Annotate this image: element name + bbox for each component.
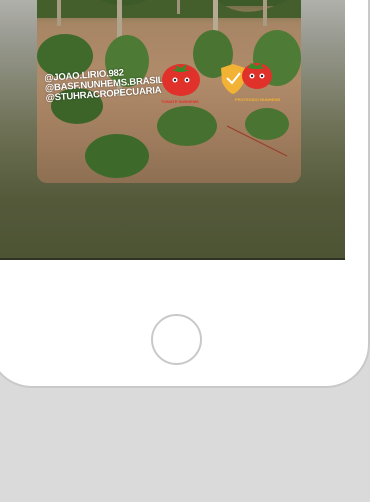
protegido-sticker-label: PROTEGIDO NUNHEMS	[235, 97, 281, 102]
home-button[interactable]	[151, 314, 202, 365]
tomato-sticker[interactable]: TOMATE NUNHEMS	[157, 58, 205, 118]
screen-bottom-edge	[0, 258, 345, 260]
tomato-icon	[162, 64, 200, 96]
story-photo[interactable]: @JOAO.LIRIO.982 @BASF.NUNHEMS.BRASIL @ST…	[37, 0, 301, 183]
tomato-sticker-label: TOMATE NUNHEMS	[161, 99, 199, 104]
protegido-sticker[interactable]: PROTEGIDO NUNHEMS	[215, 58, 280, 114]
phone-screen: @JOAO.LIRIO.982 @BASF.NUNHEMS.BRASIL @ST…	[0, 0, 345, 260]
shield-tomato-icon	[221, 62, 272, 94]
